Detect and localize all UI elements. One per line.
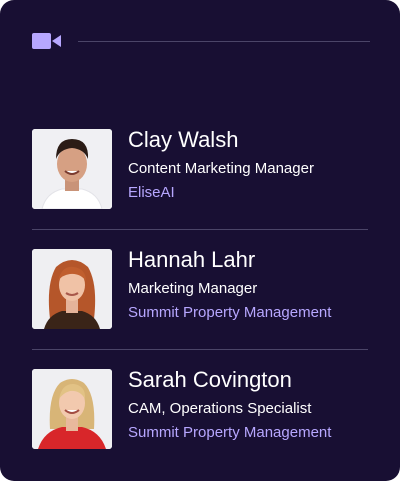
speaker-company: EliseAI: [128, 184, 175, 201]
header-divider: [78, 41, 370, 42]
speaker-company: Summit Property Management: [128, 304, 332, 321]
speaker-photo: [32, 129, 112, 209]
speaker-row: Hannah Lahr Marketing Manager Summit Pro…: [32, 247, 368, 329]
speaker-role: Content Marketing Manager: [128, 160, 314, 177]
video-camera-icon: [32, 33, 61, 49]
speaker-name: Sarah Covington: [128, 367, 292, 392]
speaker-role: Marketing Manager: [128, 280, 258, 297]
card-header: [32, 32, 370, 50]
speaker-name: Hannah Lahr: [128, 247, 256, 272]
speaker-row: Sarah Covington CAM, Operations Speciali…: [32, 367, 368, 449]
speaker-row: Clay Walsh Content Marketing Manager Eli…: [32, 127, 368, 209]
speaker-card: Clay Walsh Content Marketing Manager Eli…: [0, 0, 400, 481]
speaker-name: Clay Walsh: [128, 127, 239, 152]
row-divider: [32, 229, 368, 230]
speaker-role: CAM, Operations Specialist: [128, 400, 312, 417]
speaker-photo: [32, 369, 112, 449]
speaker-company: Summit Property Management: [128, 424, 332, 441]
speaker-photo: [32, 249, 112, 329]
row-divider: [32, 349, 368, 350]
